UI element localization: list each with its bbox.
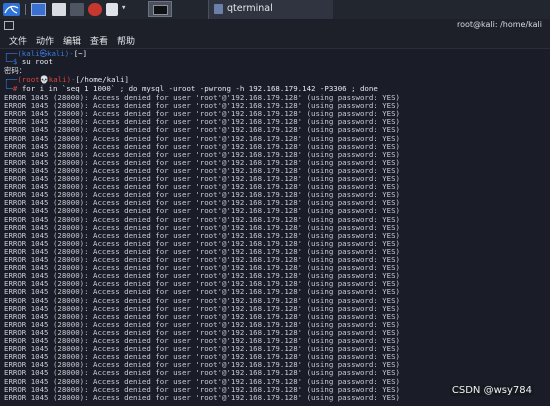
qterminal-icon — [214, 4, 223, 14]
menu-edit[interactable]: 编辑 — [63, 34, 81, 47]
window-title: root@kali: /home/kali — [456, 20, 542, 29]
command-line-2: └─# for i in `seq 1 1000` ; do mysql -ur… — [4, 84, 378, 93]
kali-menu-icon[interactable] — [3, 3, 20, 16]
chevron-down-icon[interactable]: ▾ — [121, 3, 126, 13]
task-title-label: qterminal — [227, 3, 273, 14]
terminal-launcher-icon[interactable] — [106, 3, 118, 16]
workspace-preview-icon — [153, 5, 168, 15]
command-text: su root — [21, 57, 53, 66]
password-prompt: 密码： — [4, 66, 27, 75]
menu-view[interactable]: 查看 — [90, 34, 108, 47]
prompt-line-2: ┌──(root💀kali)-[/home/kali] — [4, 75, 129, 84]
taskbar-separator — [25, 4, 26, 15]
show-desktop-icon[interactable] — [31, 3, 46, 16]
terminal-icon — [4, 21, 14, 30]
prompt-dir-root: [/home/kali] — [75, 75, 129, 84]
taskbar: ▾ qterminal — [0, 0, 550, 20]
menu-bar: 文件 动作 编辑 查看 帮助 — [0, 33, 550, 49]
prompt-dir: [~] — [73, 49, 88, 58]
command-line-1: └─$ su root — [4, 57, 53, 66]
menu-action[interactable]: 动作 — [36, 34, 54, 47]
workspace-button[interactable] — [148, 1, 172, 17]
terminal-output[interactable]: ┌──(kali㉿kali)-[~] └─$ su root 密码： ┌──(r… — [0, 49, 550, 406]
csdn-watermark: CSDN @wsy784 — [449, 385, 534, 396]
prompt-user-root: (root💀kali) — [17, 75, 72, 84]
file-manager-icon[interactable] — [52, 3, 66, 16]
loop-command-text: for i in `seq 1 1000` ; do mysql -uroot … — [21, 84, 378, 93]
browser-icon[interactable] — [88, 3, 102, 16]
error-line: ERROR 1045 (28000): Access denied for us… — [4, 392, 401, 402]
text-editor-icon[interactable] — [70, 3, 84, 16]
menu-help[interactable]: 帮助 — [117, 34, 135, 47]
menu-file[interactable]: 文件 — [9, 34, 27, 47]
task-qterminal[interactable]: qterminal — [208, 0, 333, 19]
window-titlebar[interactable]: root@kali: /home/kali — [0, 19, 550, 33]
